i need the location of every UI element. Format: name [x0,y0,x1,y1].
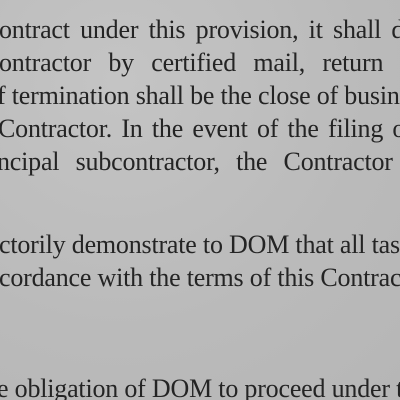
text-line: ncipal subcontractor, the Contractor sh [0,147,400,176]
text-line: ontract under this provision, it shall d… [0,15,400,44]
text-line: e obligation of DOM to proceed under t [0,374,400,400]
text-line: cordance with the terms of this Contract [0,263,400,292]
text-line: Contractor. In the event of the filing o [0,114,400,143]
text-line: ctorily demonstrate to DOM that all tas [0,230,400,259]
scanned-document-page: ontract under this provision, it shall d… [0,0,400,400]
text-line: f termination shall be the close of busi… [0,81,400,110]
text-line: ontractor by certified mail, return rece [0,48,400,77]
